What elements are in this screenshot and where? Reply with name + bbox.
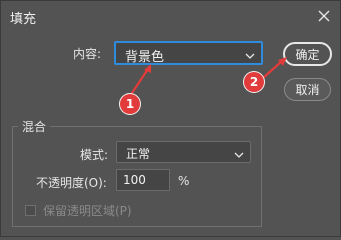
fill-dialog: 填充 内容: 背景色 确定 取消 混合 模式: 正常 不透明度(O): 100 … — [0, 0, 341, 237]
annotation-badge-1: 1 — [120, 94, 140, 114]
annotation-badge-2: 2 — [244, 72, 264, 92]
annotation-arrows — [129, 57, 287, 97]
